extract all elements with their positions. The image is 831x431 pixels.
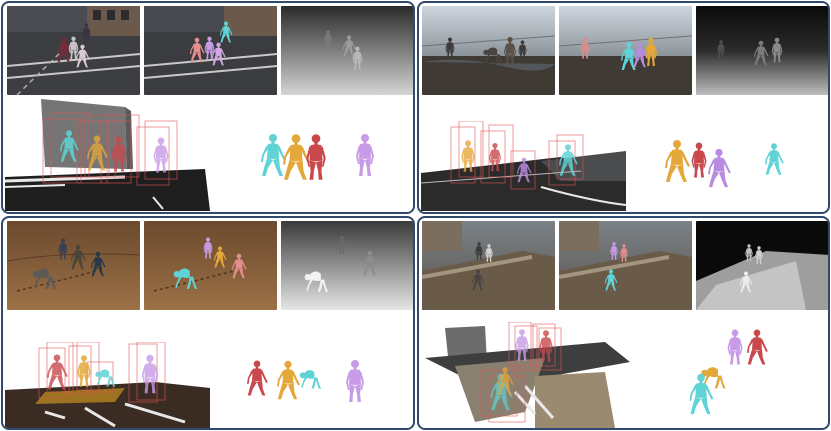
body-mesh-render — [681, 322, 811, 422]
depth-map — [696, 221, 828, 310]
body-mesh-render — [243, 346, 393, 418]
depth-map — [281, 221, 413, 310]
panel-wasteland — [417, 1, 830, 214]
body-mesh-render — [253, 121, 393, 193]
mesh-overlay — [144, 221, 277, 310]
point-cloud-reconstruction — [421, 121, 626, 211]
depth-map — [696, 6, 828, 95]
rgb-frame — [422, 6, 555, 95]
mesh-overlay — [559, 221, 692, 310]
panel-rooftop — [417, 216, 830, 430]
rgb-frame — [7, 6, 140, 95]
point-cloud-reconstruction — [5, 97, 210, 211]
point-cloud-reconstruction — [425, 322, 630, 428]
mesh-overlay — [559, 6, 692, 95]
panel-beach — [1, 216, 415, 430]
mesh-overlay — [144, 6, 277, 95]
rgb-frame — [7, 221, 140, 310]
point-cloud-reconstruction — [5, 342, 210, 428]
rgb-frame — [422, 221, 555, 310]
panel-street — [1, 1, 415, 214]
depth-map — [281, 6, 413, 95]
body-mesh-render — [659, 125, 809, 195]
